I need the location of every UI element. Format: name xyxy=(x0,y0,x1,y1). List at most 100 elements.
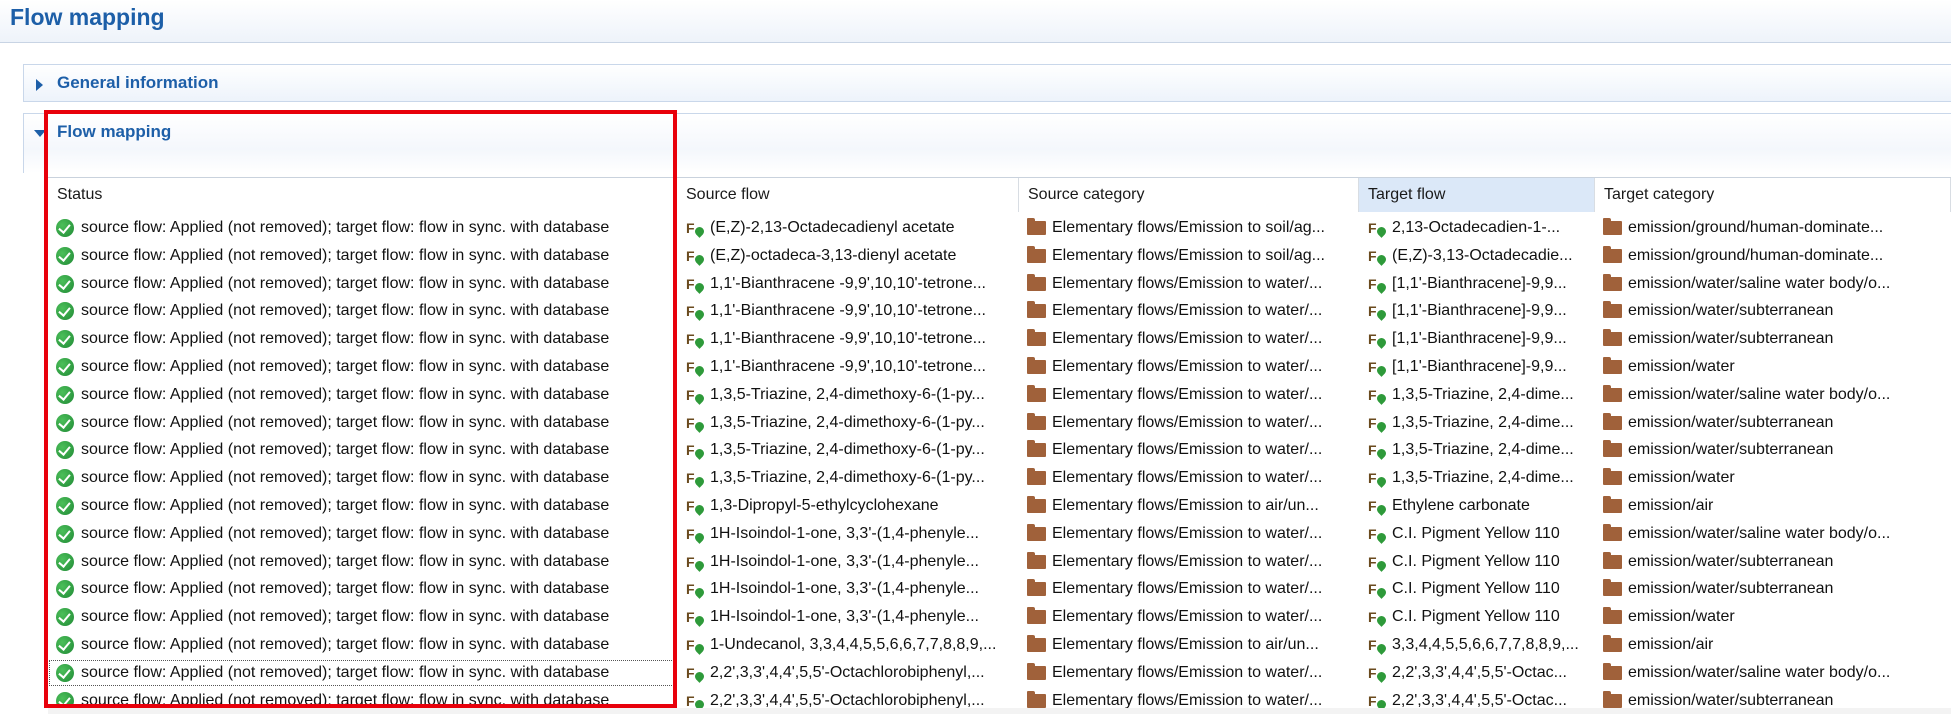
column-header-status[interactable]: Status xyxy=(48,178,677,212)
table-row[interactable]: source flow: Applied (not removed); targ… xyxy=(48,409,1951,437)
target-category-cell[interactable]: emission/water xyxy=(1595,464,1951,492)
source-category-cell[interactable]: Elementary flows/Emission to soil/ag... xyxy=(1019,242,1359,270)
source-flow-cell[interactable]: F (E,Z)-octadeca-3,13-dienyl acetate xyxy=(677,242,1019,270)
status-cell[interactable]: source flow: Applied (not removed); targ… xyxy=(48,575,677,603)
collapse-twisty-icon[interactable] xyxy=(34,130,46,137)
target-category-cell[interactable]: emission/water/saline water body/o... xyxy=(1595,381,1951,409)
table-row[interactable]: source flow: Applied (not removed); targ… xyxy=(48,381,1951,409)
table-row[interactable]: source flow: Applied (not removed); targ… xyxy=(48,297,1951,325)
section-general-information[interactable]: General information xyxy=(23,64,1951,102)
source-category-cell[interactable]: Elementary flows/Emission to water/... xyxy=(1019,353,1359,381)
source-category-cell[interactable]: Elementary flows/Emission to water/... xyxy=(1019,575,1359,603)
section-label[interactable]: Flow mapping xyxy=(57,122,171,142)
table-row[interactable]: source flow: Applied (not removed); targ… xyxy=(48,631,1951,659)
target-flow-cell[interactable]: F 2,13-Octadecadien-1-... xyxy=(1359,214,1595,242)
source-category-cell[interactable]: Elementary flows/Emission to water/... xyxy=(1019,325,1359,353)
source-flow-cell[interactable]: F 1,3,5-Triazine, 2,4-dimethoxy-6-(1-py..… xyxy=(677,409,1019,437)
source-category-cell[interactable]: Elementary flows/Emission to water/... xyxy=(1019,381,1359,409)
status-cell[interactable]: source flow: Applied (not removed); targ… xyxy=(48,548,677,576)
table-row[interactable]: source flow: Applied (not removed); targ… xyxy=(48,214,1951,242)
target-flow-cell[interactable]: F [1,1'-Bianthracene]-9,9... xyxy=(1359,297,1595,325)
status-cell[interactable]: source flow: Applied (not removed); targ… xyxy=(48,409,677,437)
source-flow-cell[interactable]: F (E,Z)-2,13-Octadecadienyl acetate xyxy=(677,214,1019,242)
section-flow-mapping[interactable]: Flow mapping xyxy=(23,113,1951,173)
target-flow-cell[interactable]: F [1,1'-Bianthracene]-9,9... xyxy=(1359,353,1595,381)
source-flow-cell[interactable]: F 1,3,5-Triazine, 2,4-dimethoxy-6-(1-py..… xyxy=(677,381,1019,409)
status-cell[interactable]: source flow: Applied (not removed); targ… xyxy=(48,381,677,409)
source-flow-cell[interactable]: F 2,2',3,3',4,4',5,5'-Octachlorobiphenyl,… xyxy=(677,659,1019,687)
source-flow-cell[interactable]: F 1,3,5-Triazine, 2,4-dimethoxy-6-(1-py..… xyxy=(677,464,1019,492)
table-row[interactable]: source flow: Applied (not removed); targ… xyxy=(48,325,1951,353)
table-row[interactable]: source flow: Applied (not removed); targ… xyxy=(48,436,1951,464)
table-row[interactable]: source flow: Applied (not removed); targ… xyxy=(48,659,1951,687)
target-category-cell[interactable]: emission/water xyxy=(1595,603,1951,631)
table-row[interactable]: source flow: Applied (not removed); targ… xyxy=(48,242,1951,270)
source-category-cell[interactable]: Elementary flows/Emission to air/un... xyxy=(1019,631,1359,659)
source-category-cell[interactable]: Elementary flows/Emission to soil/ag... xyxy=(1019,214,1359,242)
source-category-cell[interactable]: Elementary flows/Emission to water/... xyxy=(1019,548,1359,576)
status-cell[interactable]: source flow: Applied (not removed); targ… xyxy=(48,492,677,520)
status-cell[interactable]: source flow: Applied (not removed); targ… xyxy=(48,631,677,659)
target-category-cell[interactable]: emission/water/subterranean xyxy=(1595,325,1951,353)
target-flow-cell[interactable]: F 3,3,4,4,5,5,6,6,7,7,8,8,9,... xyxy=(1359,631,1595,659)
target-category-cell[interactable]: emission/water/subterranean xyxy=(1595,548,1951,576)
table-row[interactable]: source flow: Applied (not removed); targ… xyxy=(48,353,1951,381)
source-flow-cell[interactable]: F 1,1'-Bianthracene -9,9',10,10'-tetrone.… xyxy=(677,325,1019,353)
target-flow-cell[interactable]: F [1,1'-Bianthracene]-9,9... xyxy=(1359,325,1595,353)
column-header-target-flow[interactable]: Target flow xyxy=(1359,178,1595,212)
target-category-cell[interactable]: emission/ground/human-dominate... xyxy=(1595,214,1951,242)
target-flow-cell[interactable]: F 1,3,5-Triazine, 2,4-dime... xyxy=(1359,409,1595,437)
source-category-cell[interactable]: Elementary flows/Emission to water/... xyxy=(1019,436,1359,464)
target-flow-cell[interactable]: F Ethylene carbonate xyxy=(1359,492,1595,520)
table-row[interactable]: source flow: Applied (not removed); targ… xyxy=(48,492,1951,520)
table-row[interactable]: source flow: Applied (not removed); targ… xyxy=(48,603,1951,631)
table-row[interactable]: source flow: Applied (not removed); targ… xyxy=(48,548,1951,576)
target-category-cell[interactable]: emission/water/subterranean xyxy=(1595,409,1951,437)
target-category-cell[interactable]: emission/water/subterranean xyxy=(1595,436,1951,464)
status-cell[interactable]: source flow: Applied (not removed); targ… xyxy=(48,325,677,353)
source-flow-cell[interactable]: F 1H-Isoindol-1-one, 3,3'-(1,4-phenyle... xyxy=(677,603,1019,631)
target-category-cell[interactable]: emission/air xyxy=(1595,492,1951,520)
source-flow-cell[interactable]: F 1,1'-Bianthracene -9,9',10,10'-tetrone.… xyxy=(677,270,1019,298)
source-category-cell[interactable]: Elementary flows/Emission to air/un... xyxy=(1019,492,1359,520)
status-cell[interactable]: source flow: Applied (not removed); targ… xyxy=(48,270,677,298)
table-row[interactable]: source flow: Applied (not removed); targ… xyxy=(48,520,1951,548)
status-cell[interactable]: source flow: Applied (not removed); targ… xyxy=(48,297,677,325)
target-category-cell[interactable]: emission/water/subterranean xyxy=(1595,575,1951,603)
column-header-source-category[interactable]: Source category xyxy=(1019,178,1359,212)
column-header-source-flow[interactable]: Source flow xyxy=(677,178,1019,212)
target-flow-cell[interactable]: F 1,3,5-Triazine, 2,4-dime... xyxy=(1359,436,1595,464)
target-category-cell[interactable]: emission/air xyxy=(1595,631,1951,659)
source-category-cell[interactable]: Elementary flows/Emission to water/... xyxy=(1019,270,1359,298)
flow-mapping-table[interactable]: Status Source flow Source category Targe… xyxy=(48,177,1951,714)
target-flow-cell[interactable]: F C.I. Pigment Yellow 110 xyxy=(1359,520,1595,548)
status-cell[interactable]: source flow: Applied (not removed); targ… xyxy=(48,603,677,631)
table-row[interactable]: source flow: Applied (not removed); targ… xyxy=(48,270,1951,298)
source-category-cell[interactable]: Elementary flows/Emission to water/... xyxy=(1019,297,1359,325)
table-row[interactable]: source flow: Applied (not removed); targ… xyxy=(48,575,1951,603)
source-category-cell[interactable]: Elementary flows/Emission to water/... xyxy=(1019,409,1359,437)
target-category-cell[interactable]: emission/ground/human-dominate... xyxy=(1595,242,1951,270)
source-category-cell[interactable]: Elementary flows/Emission to water/... xyxy=(1019,520,1359,548)
status-cell[interactable]: source flow: Applied (not removed); targ… xyxy=(48,353,677,381)
source-flow-cell[interactable]: F 1,3,5-Triazine, 2,4-dimethoxy-6-(1-py..… xyxy=(677,436,1019,464)
status-cell[interactable]: source flow: Applied (not removed); targ… xyxy=(48,464,677,492)
target-flow-cell[interactable]: F (E,Z)-3,13-Octadecadie... xyxy=(1359,242,1595,270)
source-flow-cell[interactable]: F 1H-Isoindol-1-one, 3,3'-(1,4-phenyle... xyxy=(677,520,1019,548)
status-cell[interactable]: source flow: Applied (not removed); targ… xyxy=(48,520,677,548)
source-flow-cell[interactable]: F 1H-Isoindol-1-one, 3,3'-(1,4-phenyle... xyxy=(677,548,1019,576)
target-category-cell[interactable]: emission/water/saline water body/o... xyxy=(1595,659,1951,687)
table-row[interactable]: source flow: Applied (not removed); targ… xyxy=(48,464,1951,492)
target-flow-cell[interactable]: F [1,1'-Bianthracene]-9,9... xyxy=(1359,270,1595,298)
section-label[interactable]: General information xyxy=(57,73,219,93)
target-flow-cell[interactable]: F 2,2',3,3',4,4',5,5'-Octac... xyxy=(1359,659,1595,687)
source-flow-cell[interactable]: F 1-Undecanol, 3,3,4,4,5,5,6,6,7,7,8,8,9,… xyxy=(677,631,1019,659)
target-category-cell[interactable]: emission/water xyxy=(1595,353,1951,381)
target-category-cell[interactable]: emission/water/subterranean xyxy=(1595,297,1951,325)
expand-twisty-icon[interactable] xyxy=(36,79,43,91)
source-category-cell[interactable]: Elementary flows/Emission to water/... xyxy=(1019,603,1359,631)
target-flow-cell[interactable]: F C.I. Pigment Yellow 110 xyxy=(1359,575,1595,603)
source-flow-cell[interactable]: F 1,1'-Bianthracene -9,9',10,10'-tetrone.… xyxy=(677,297,1019,325)
status-cell[interactable]: source flow: Applied (not removed); targ… xyxy=(48,214,677,242)
source-category-cell[interactable]: Elementary flows/Emission to water/... xyxy=(1019,464,1359,492)
